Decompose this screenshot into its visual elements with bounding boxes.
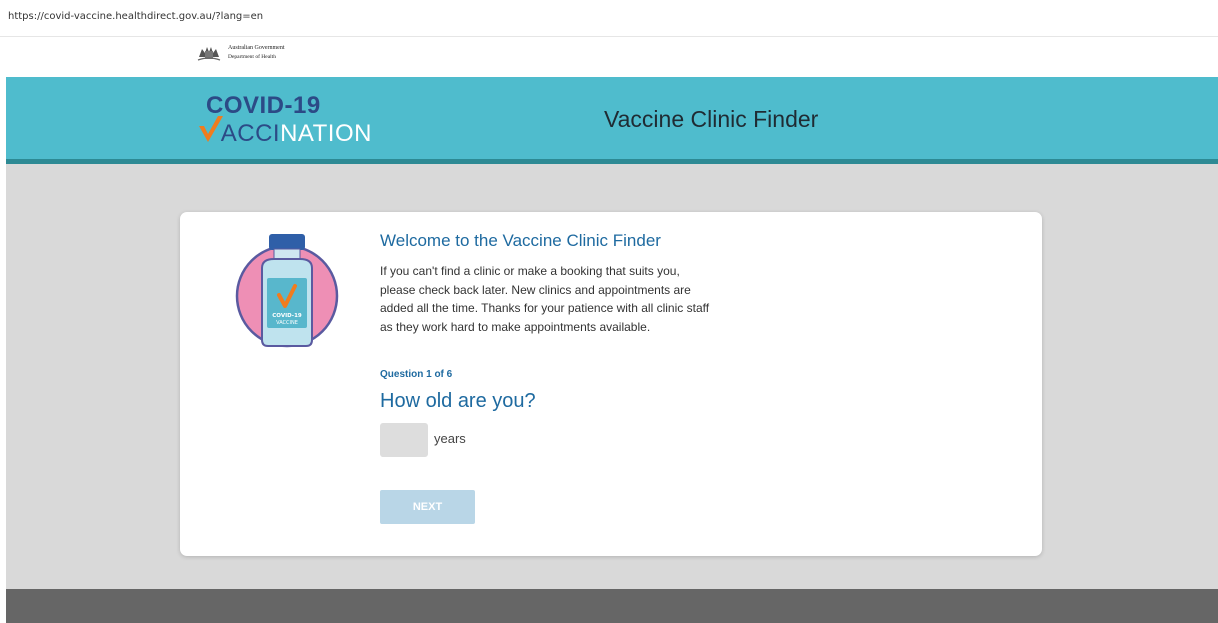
gov-department: Department of Health	[228, 54, 276, 60]
covid-vaccination-logo[interactable]: COVID-19 VACCINATION	[196, 89, 416, 149]
bottle-label-line1: COVID-19	[272, 313, 302, 319]
age-unit-label: years	[434, 431, 466, 446]
welcome-line: If you can't find a clinic or make a boo…	[380, 264, 680, 278]
logo-line2-white: NATION	[280, 120, 372, 147]
welcome-line: please check back later. New clinics and…	[380, 282, 691, 297]
age-input[interactable]	[380, 423, 428, 457]
url-text[interactable]: https://covid-vaccine.healthdirect.gov.a…	[8, 11, 263, 22]
welcome-message: If you can't find a clinic or make a boo…	[380, 262, 760, 336]
coat-of-arms-icon	[197, 47, 221, 61]
main-content: COVID-19 VACCINE Welcome to the Vaccine …	[6, 164, 1218, 589]
welcome-title: Welcome to the Vaccine Clinic Finder	[380, 231, 661, 250]
site-header: COVID-19 VACCINATION Vaccine Clinic Find…	[6, 77, 1218, 164]
next-button[interactable]: NEXT	[380, 490, 475, 524]
gov-logo: Australian Government Department of Heal…	[196, 43, 284, 63]
question-progress: Question 1 of 6	[380, 369, 453, 380]
gov-name: Australian Government	[228, 45, 285, 51]
question-title: How old are you?	[380, 390, 536, 412]
bottle-label-line2: VACCINE	[276, 320, 298, 326]
browser-url-bar[interactable]: https://covid-vaccine.healthdirect.gov.a…	[0, 0, 1218, 37]
page-title: Vaccine Clinic Finder	[604, 106, 819, 132]
vaccine-bottle-icon: COVID-19 VACCINE	[235, 234, 339, 348]
logo-line2: VACCINATION	[206, 120, 372, 148]
gov-banner: Australian Government Department of Heal…	[6, 37, 1218, 77]
footer	[6, 589, 1218, 623]
welcome-line: added all the time. Thanks for your pati…	[380, 301, 710, 315]
logo-line2-colored: ACCI	[220, 120, 281, 147]
welcome-line: as they work hard to make appointments a…	[380, 319, 651, 334]
welcome-card: COVID-19 VACCINE Welcome to the Vaccine …	[180, 212, 1042, 556]
